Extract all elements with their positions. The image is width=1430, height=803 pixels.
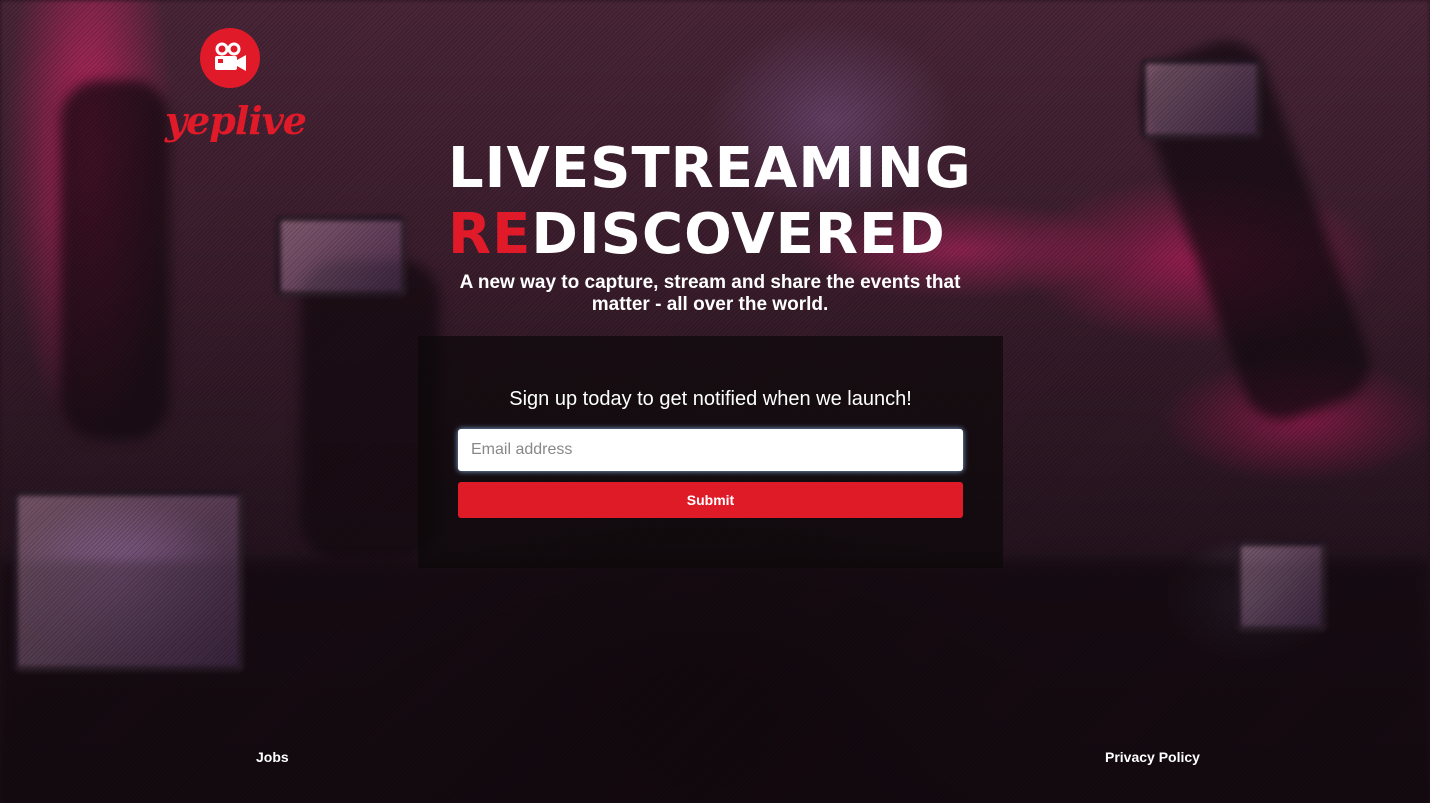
video-camera-icon xyxy=(200,28,260,88)
background-silhouette xyxy=(60,80,170,440)
signup-title: Sign up today to get notified when we la… xyxy=(509,388,912,410)
headline-line-2: REDISCOVERED xyxy=(448,202,972,268)
background-phone-screen xyxy=(1140,58,1262,140)
email-input[interactable] xyxy=(458,429,963,471)
headline-accent-text: RE xyxy=(448,202,532,267)
headline-rest-text: DISCOVERED xyxy=(531,202,946,267)
headline-line-1: LIVESTREAMING xyxy=(448,136,972,201)
background-phone-screen xyxy=(1235,540,1327,632)
signup-panel: Sign up today to get notified when we la… xyxy=(418,336,1003,568)
hero-headline: LIVESTREAMING REDISCOVERED xyxy=(448,136,972,268)
brand-name: yeplive xyxy=(165,98,307,143)
landing-page: yeplive LIVESTREAMING REDISCOVERED A new… xyxy=(0,0,1430,803)
hero-subtitle: A new way to capture, stream and share t… xyxy=(459,272,961,315)
jobs-link[interactable]: Jobs xyxy=(256,749,289,765)
background-phone-screen xyxy=(275,215,407,297)
submit-button[interactable]: Submit xyxy=(458,482,963,518)
background-phone-screen xyxy=(12,490,244,672)
privacy-policy-link[interactable]: Privacy Policy xyxy=(1105,749,1200,765)
brand-logo[interactable]: yeplive xyxy=(165,28,307,143)
